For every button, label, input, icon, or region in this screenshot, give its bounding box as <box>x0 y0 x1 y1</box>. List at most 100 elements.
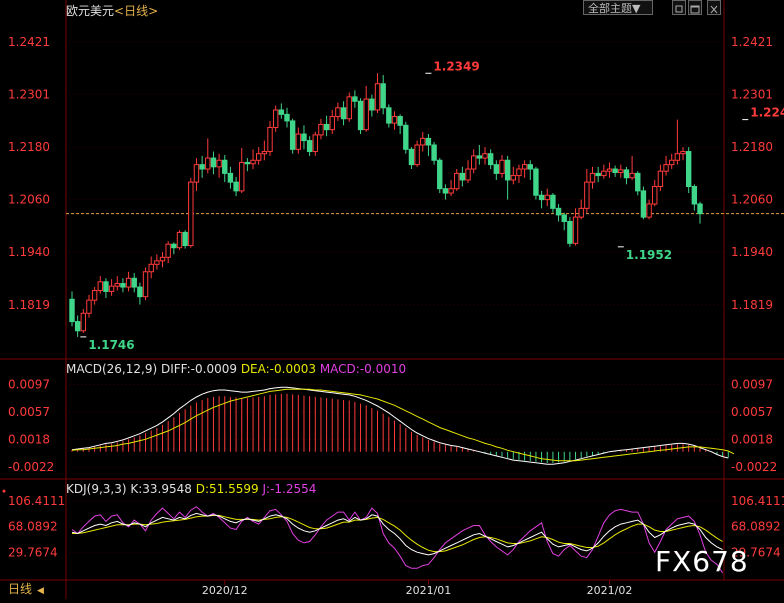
candle-body-66 <box>442 188 449 194</box>
candle-body-60 <box>408 148 415 166</box>
candle-body-84 <box>544 194 550 201</box>
candle-body-61 <box>414 144 420 166</box>
candle-body-28 <box>227 172 234 183</box>
candle-body-4 <box>91 290 98 301</box>
candle-body-34 <box>261 151 268 155</box>
candle-body-21 <box>188 181 194 247</box>
candle-body-70 <box>465 168 471 181</box>
scroll-left-icon[interactable]: ◀ <box>37 586 44 596</box>
watermark-logo: FX678 <box>655 545 749 578</box>
kdj-tick-right-0: 106.4111 <box>731 494 784 508</box>
candle-body-47 <box>335 107 341 118</box>
kdj-marker-dot <box>2 489 6 493</box>
kdj-tick-left-2: 29.7674 <box>8 545 58 559</box>
candle-body-76 <box>499 159 505 174</box>
candle-body-80 <box>521 164 528 170</box>
candle-body-5 <box>97 281 103 292</box>
candle-body-37 <box>278 109 285 115</box>
candle-body-97 <box>618 169 624 174</box>
period-tab[interactable]: 日线 ◀ <box>0 580 66 599</box>
candle-body-104 <box>657 170 664 187</box>
candle-body-0 <box>69 298 75 323</box>
candle-body-13 <box>142 271 149 298</box>
macd-legend: MACD(26,12,9) DIFF:-0.0009 DEA:-0.0003 M… <box>66 362 406 376</box>
candle-body-16 <box>159 256 166 262</box>
candle-body-87 <box>561 214 567 222</box>
candle-body-57 <box>391 116 398 124</box>
macd-tick-left-2: 0.0018 <box>8 432 50 446</box>
candle-body-107 <box>674 153 681 161</box>
chart-canvas: 1.2421 1.2421 1.2301 1.2301 1.2180 1.2180 1.20… <box>0 0 784 599</box>
candle-body-27 <box>222 159 228 174</box>
annotation-label-1: 1.2243 <box>750 106 784 120</box>
candle-body-32 <box>250 159 256 165</box>
candle-body-35 <box>267 126 273 153</box>
candle-body-6 <box>103 281 109 292</box>
kdj-tick-left-0: 106.4111 <box>8 494 65 508</box>
macd-tick-left-1: 0.0057 <box>8 405 50 419</box>
candle-body-96 <box>612 168 618 174</box>
instrument-name: 欧元美元 <box>66 4 115 18</box>
macd-dea-line <box>71 388 735 462</box>
time-tick-label-1: 2021/01 <box>406 584 452 597</box>
annotation-label-3: 1.1746 <box>88 338 134 352</box>
candle-body-73 <box>482 153 488 159</box>
candle-body-41 <box>301 133 307 142</box>
candle-body-65 <box>437 159 443 190</box>
candle-body-44 <box>318 123 324 136</box>
macd-title: MACD(26,12,9) <box>66 362 158 376</box>
candle-body-74 <box>487 153 494 166</box>
candle-body-63 <box>425 137 432 146</box>
candle-body-3 <box>86 299 92 314</box>
candle-body-18 <box>171 243 177 249</box>
candle-body-77 <box>504 159 511 181</box>
price-tick-left-5: 1.1819 <box>8 298 50 312</box>
candle-body-72 <box>476 155 483 159</box>
candle-body-98 <box>623 169 630 179</box>
kdj-title: KDJ(9,3,3) <box>66 482 127 496</box>
macd-tick-left-0: 0.0097 <box>8 377 50 391</box>
annotation-label-0: 1.2349 <box>433 59 479 73</box>
candle-body-71 <box>470 155 477 170</box>
close-icon[interactable] <box>707 0 721 15</box>
candle-body-89 <box>572 216 579 244</box>
candle-body-15 <box>154 260 160 265</box>
candle-body-45 <box>323 123 330 131</box>
price-tick-right-1: 1.2301 <box>731 87 773 101</box>
maximize-icon[interactable] <box>688 0 702 15</box>
candle-body-62 <box>420 137 426 146</box>
kdj-legend: KDJ(9,3,3) K:33.9548 D:51.5599 J:-1.2554 <box>66 482 316 496</box>
candle-body-55 <box>380 83 386 109</box>
candle-body-79 <box>516 168 522 177</box>
candle-body-105 <box>663 164 669 172</box>
kdj-d-legend: D:51.5599 <box>195 482 259 496</box>
kdj-k-line <box>71 512 723 556</box>
candle-body-53 <box>369 98 375 111</box>
candle-body-43 <box>312 134 318 153</box>
price-tick-right-2: 1.2180 <box>731 140 773 154</box>
candle-body-92 <box>589 172 596 183</box>
kdj-j-line <box>71 506 724 574</box>
candle-body-19 <box>176 231 183 249</box>
candle-body-59 <box>403 124 409 150</box>
price-tick-right-3: 1.2060 <box>731 193 773 207</box>
candle-body-11 <box>131 277 137 288</box>
candle-body-83 <box>538 194 545 201</box>
candle-body-78 <box>510 175 516 181</box>
candle-body-91 <box>584 181 590 209</box>
restore-icon[interactable] <box>672 0 686 15</box>
candle-body-48 <box>340 107 347 120</box>
candle-body-23 <box>199 164 205 170</box>
period-label[interactable]: <日线> <box>114 4 158 18</box>
candle-body-108 <box>680 151 686 155</box>
price-tick-left-2: 1.2180 <box>8 140 50 154</box>
candle-body-26 <box>216 159 222 168</box>
candle-body-111 <box>697 203 703 215</box>
candle-body-75 <box>493 164 500 174</box>
candle-body-17 <box>165 243 171 258</box>
candle-body-22 <box>193 164 200 183</box>
candle-body-30 <box>239 161 245 192</box>
theme-dropdown[interactable]: 全部主题▼ <box>583 0 653 15</box>
candle-body-64 <box>431 144 437 161</box>
candle-body-7 <box>108 285 115 292</box>
